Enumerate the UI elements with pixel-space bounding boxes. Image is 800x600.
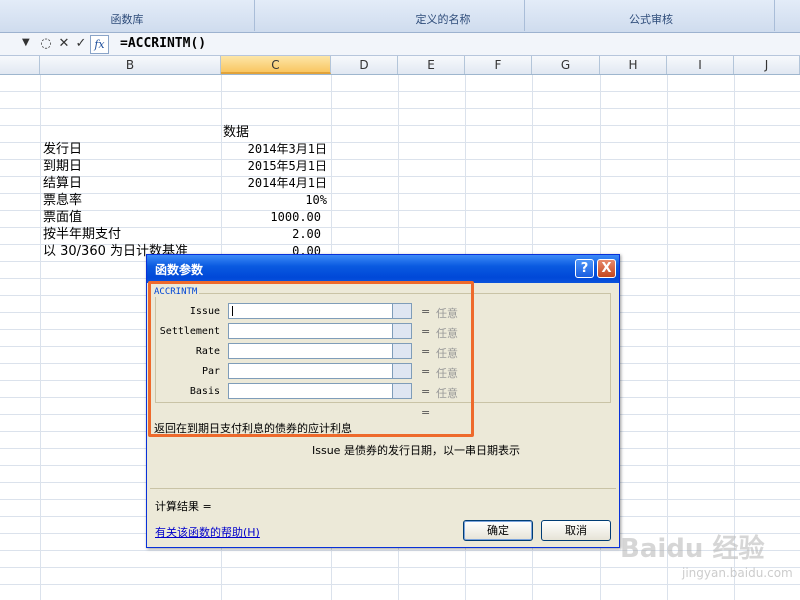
ribbon-group-label: 公式审核 — [629, 13, 673, 26]
column-header-c[interactable]: C — [221, 56, 331, 74]
formula-input[interactable]: =ACCRINTM() — [120, 36, 206, 51]
column-header-i[interactable]: I — [667, 56, 734, 74]
grid-line — [734, 75, 735, 600]
column-header-j[interactable]: J — [734, 56, 800, 74]
column-header-b[interactable]: B — [40, 56, 221, 74]
value-cell[interactable]: 10% — [221, 192, 327, 209]
label-cell[interactable]: 按半年期支付 — [43, 226, 121, 243]
cancel-icon[interactable]: ✕ — [56, 36, 72, 52]
label-cell[interactable]: 结算日 — [43, 175, 82, 192]
argument-description: Issue 是债券的发行日期，以一串日期表示 — [312, 444, 520, 457]
enter-icon[interactable]: ✓ — [73, 36, 89, 52]
column-header-row: B C D E F G H I J — [0, 56, 800, 75]
dialog-title-bar[interactable]: 函数参数 ? X — [147, 255, 619, 283]
expand-icon[interactable]: ◌ — [38, 36, 54, 52]
name-box-dropdown-icon[interactable]: ▼ — [22, 37, 30, 48]
ribbon: 函数库 定义的名称 公式审核 — [0, 0, 800, 33]
label-cell[interactable]: 票面值 — [43, 209, 82, 226]
ok-button[interactable]: 确定 — [463, 520, 533, 541]
watermark-logo: Baidu 经验 — [620, 534, 765, 564]
ribbon-group-label: 函数库 — [110, 13, 144, 26]
column-header-g[interactable]: G — [532, 56, 600, 74]
close-button[interactable]: X — [597, 259, 616, 278]
column-header-e[interactable]: E — [398, 56, 465, 74]
label-cell[interactable]: 票息率 — [43, 192, 82, 209]
column-header-h[interactable]: H — [600, 56, 667, 74]
help-button[interactable]: ? — [575, 259, 594, 278]
annotation-highlight — [148, 281, 474, 437]
watermark-url: jingyan.baidu.com — [682, 566, 793, 580]
value-cell[interactable]: 2014年4月1日 — [221, 175, 327, 192]
ribbon-group-label: 定义的名称 — [415, 13, 471, 26]
label-cell[interactable]: 发行日 — [43, 141, 82, 158]
cancel-button[interactable]: 取消 — [541, 520, 611, 541]
value-cell[interactable]: 2014年3月1日 — [221, 141, 327, 158]
data-header-cell[interactable]: 数据 — [223, 124, 249, 141]
grid-line — [667, 75, 668, 600]
corner-cell[interactable] — [0, 56, 40, 74]
column-header-f[interactable]: F — [465, 56, 532, 74]
value-cell[interactable]: 2015年5月1日 — [221, 158, 327, 175]
ribbon-group-formula-auditing: 公式审核 — [528, 0, 775, 31]
value-cell[interactable]: 1000.00 — [221, 209, 321, 226]
label-cell[interactable]: 到期日 — [43, 158, 82, 175]
divider — [150, 488, 616, 489]
ribbon-group-function-library: 函数库 — [0, 0, 255, 31]
function-help-link[interactable]: 有关该函数的帮助(H) — [155, 524, 260, 540]
value-cell[interactable]: 2.00 — [221, 226, 321, 243]
ribbon-group-defined-names: 定义的名称 — [362, 0, 525, 31]
dialog-title: 函数参数 — [155, 263, 204, 277]
insert-function-icon[interactable]: fx — [90, 35, 109, 54]
formula-bar: ▼ ◌ ✕ ✓ fx =ACCRINTM() — [0, 33, 800, 56]
column-header-d[interactable]: D — [331, 56, 398, 74]
grid-line — [40, 75, 41, 600]
calculation-result: 计算结果 = — [155, 500, 212, 513]
